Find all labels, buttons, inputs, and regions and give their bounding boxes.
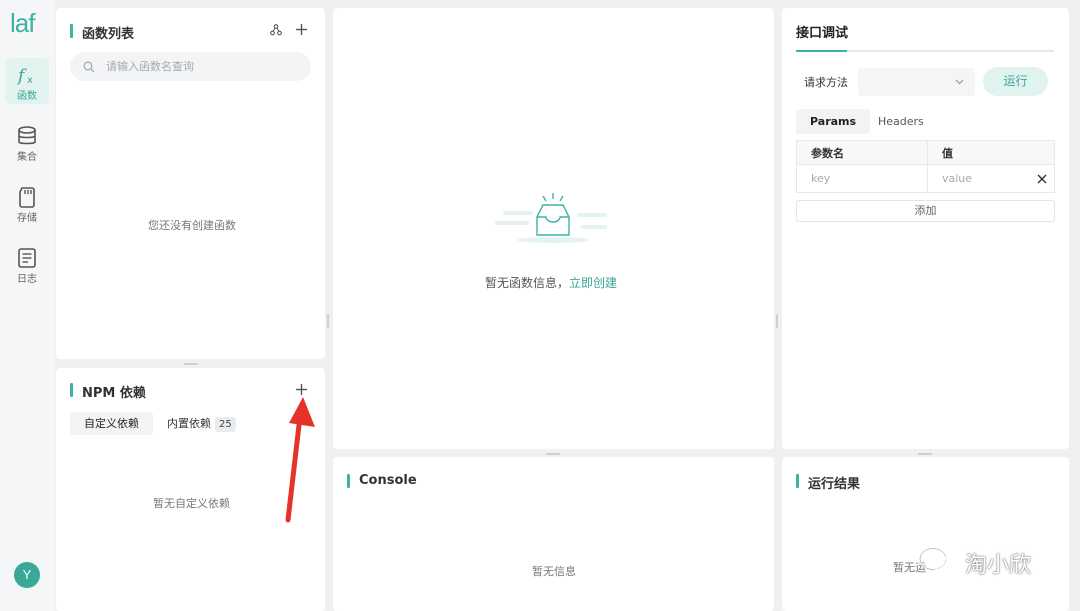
nav-label: 存储 xyxy=(17,213,37,224)
result-panel: 运行结果 暂无运 xyxy=(782,457,1069,611)
nav-label: 函数 xyxy=(17,91,37,102)
nav-item-functions[interactable]: f x 函数 xyxy=(5,58,49,104)
params-table: 参数名 值 xyxy=(796,140,1055,193)
method-select[interactable] xyxy=(858,68,975,96)
resize-handle[interactable] xyxy=(546,453,560,455)
nav-item-storage[interactable]: 存储 xyxy=(5,180,49,226)
tab-api-debug[interactable]: 接口调试 xyxy=(796,22,848,41)
dependency-graph-icon[interactable] xyxy=(270,24,282,36)
functions-panel-title: 函数列表 xyxy=(70,23,134,42)
tab-builtin-label: 内置依赖 xyxy=(167,417,211,430)
nav-label: 日志 xyxy=(17,274,37,285)
value-cell xyxy=(927,164,1055,193)
debug-panel: 接口调试 请求方法 运行 Params Headers 参数名 值 添加 xyxy=(782,8,1069,455)
param-key-input[interactable] xyxy=(811,172,901,185)
tab-custom-dependencies[interactable]: 自定义依赖 xyxy=(70,412,153,435)
resize-handle[interactable] xyxy=(918,453,932,455)
npm-panel-title: NPM 依赖 xyxy=(70,382,146,401)
svg-text:f: f xyxy=(16,66,27,86)
resize-handle[interactable] xyxy=(327,314,329,328)
wechat-logo-icon xyxy=(919,547,959,577)
laf-logo: laf xyxy=(10,8,35,38)
editor-empty-text: 暂无函数信息， xyxy=(485,276,570,290)
method-label: 请求方法 xyxy=(804,76,848,89)
empty-inbox-icon xyxy=(495,193,607,243)
tab-builtin-dependencies[interactable]: 内置依赖 25 xyxy=(153,412,250,435)
run-button[interactable]: 运行 xyxy=(983,67,1048,96)
editor-panel: 暂无函数信息，立即创建 xyxy=(333,8,774,455)
annotation-arrow xyxy=(285,397,315,523)
column-header-value: 值 xyxy=(927,140,1055,165)
key-cell xyxy=(796,164,928,193)
nav-item-collections[interactable]: 集合 xyxy=(5,119,49,165)
svg-text:x: x xyxy=(27,75,33,86)
result-panel-title: 运行结果 xyxy=(796,473,860,492)
function-search[interactable] xyxy=(70,52,311,81)
builtin-count-badge: 25 xyxy=(215,417,236,432)
close-icon[interactable] xyxy=(1037,174,1047,184)
database-icon xyxy=(18,126,36,145)
resize-handle[interactable] xyxy=(184,363,198,365)
param-value-input[interactable] xyxy=(942,172,1032,185)
console-empty-text: 暂无信息 xyxy=(532,565,576,578)
column-header-param-name: 参数名 xyxy=(796,140,928,165)
resize-handle[interactable] xyxy=(776,314,778,328)
chevron-down-icon xyxy=(955,79,964,85)
user-avatar[interactable]: Y xyxy=(14,562,40,588)
tab-headers[interactable]: Headers xyxy=(864,109,938,134)
create-function-link[interactable]: 立即创建 xyxy=(569,276,617,290)
table-row xyxy=(796,164,1055,193)
nav-item-logs[interactable]: 日志 xyxy=(5,241,49,287)
tab-underline xyxy=(796,50,1054,52)
console-panel: Console 暂无信息 xyxy=(333,457,774,611)
search-icon xyxy=(83,61,95,73)
nav-label: 集合 xyxy=(17,152,37,163)
left-rail: laf f x 函数 集合 存储 日志 Y xyxy=(0,0,55,611)
table-header-row: 参数名 值 xyxy=(796,140,1055,165)
tab-params[interactable]: Params xyxy=(796,109,871,134)
log-icon xyxy=(18,248,36,268)
npm-empty-text: 暂无自定义依赖 xyxy=(153,497,230,510)
functions-empty-text: 您还没有创建函数 xyxy=(148,219,236,232)
function-icon: f x xyxy=(16,66,33,86)
editor-empty-message: 暂无函数信息，立即创建 xyxy=(485,274,617,291)
add-param-button[interactable]: 添加 xyxy=(796,200,1055,222)
watermark-text: 淘小欣 xyxy=(965,553,1032,578)
function-search-input[interactable] xyxy=(106,52,301,81)
console-panel-title: Console xyxy=(347,473,417,488)
functions-panel: 函数列表 您还没有创建函数 xyxy=(56,8,325,365)
add-function-icon[interactable] xyxy=(295,23,308,36)
storage-icon xyxy=(19,187,35,208)
